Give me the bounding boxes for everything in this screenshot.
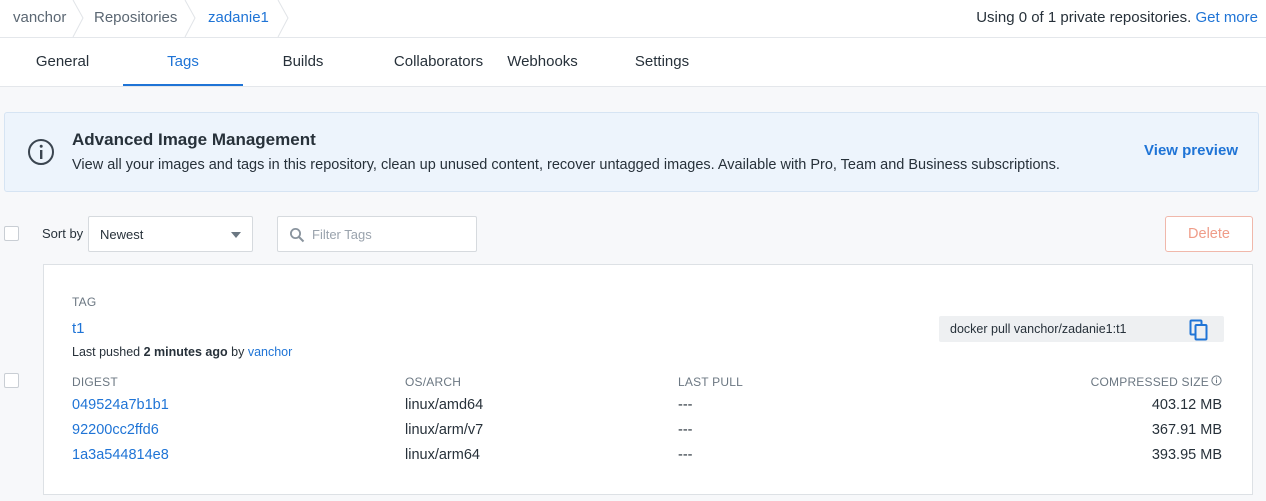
last-pushed-info: Last pushed 2 minutes ago by vanchor	[72, 345, 292, 359]
select-all-checkbox[interactable]	[4, 226, 19, 241]
pushed-by-word: by	[231, 345, 245, 359]
digest-link[interactable]: 049524a7b1b1	[72, 397, 169, 413]
filter-tags-field[interactable]	[277, 216, 477, 252]
pushed-time: 2 minutes ago	[143, 345, 228, 359]
tab-settings[interactable]: Settings	[616, 38, 708, 86]
column-header-os-arch: OS/ARCH	[405, 375, 462, 389]
digest-link[interactable]: 92200cc2ffd6	[72, 422, 159, 438]
tag-header: TAG	[72, 295, 97, 309]
breadcrumb-bar: vanchor Repositories zadanie1 Using 0 of…	[0, 0, 1266, 38]
breadcrumb-separator-icon	[72, 0, 84, 37]
digest-link[interactable]: 1a3a544814e8	[72, 447, 169, 463]
info-icon	[28, 139, 54, 165]
advanced-image-management-banner: Advanced Image Management View all your …	[4, 112, 1259, 192]
last-pull-value: ---	[678, 447, 693, 463]
get-more-link[interactable]: Get more	[1195, 9, 1258, 26]
private-repo-usage: Using 0 of 1 private repositories. Get m…	[976, 0, 1258, 37]
view-preview-link[interactable]: View preview	[1144, 142, 1238, 159]
tab-builds[interactable]: Builds	[258, 38, 348, 86]
breadcrumb-separator-icon	[184, 0, 196, 37]
last-pull-value: ---	[678, 397, 693, 413]
tab-general[interactable]: General	[17, 38, 108, 86]
info-small-icon[interactable]	[1211, 375, 1222, 386]
compressed-size-value: 403.12 MB	[1151, 397, 1222, 413]
column-header-last-pull: LAST PULL	[678, 375, 743, 389]
os-arch-value: linux/arm64	[405, 447, 480, 463]
tag-row-checkbox[interactable]	[4, 373, 19, 388]
pushed-by-user-link[interactable]: vanchor	[248, 345, 292, 359]
filter-tags-input[interactable]	[312, 225, 467, 243]
os-arch-value: linux/amd64	[405, 397, 484, 413]
compressed-size-value: 393.95 MB	[1151, 447, 1222, 463]
tag-name-link[interactable]: t1	[72, 320, 85, 337]
pull-command: docker pull vanchor/zadanie1:t1	[950, 322, 1127, 336]
last-pull-value: ---	[678, 422, 693, 438]
tab-collaborators[interactable]: Collaborators	[368, 38, 509, 86]
breadcrumb-item-user[interactable]: vanchor	[13, 0, 66, 37]
banner-text: View all your images and tags in this re…	[72, 157, 1060, 173]
pull-command-box: docker pull vanchor/zadanie1:t1	[939, 316, 1224, 342]
tag-card: TAG t1 Last pushed 2 minutes ago by vanc…	[43, 264, 1253, 495]
sort-label: Sort by	[42, 226, 84, 241]
os-arch-value: linux/arm/v7	[405, 422, 484, 438]
breadcrumb-separator-icon	[277, 0, 289, 37]
delete-button[interactable]: Delete	[1165, 216, 1253, 252]
sort-select[interactable]: Newest	[88, 216, 253, 252]
tab-webhooks[interactable]: Webhooks	[497, 38, 588, 86]
usage-text: Using 0 of 1 private repositories.	[976, 9, 1192, 26]
caret-down-icon	[231, 232, 241, 238]
banner-title: Advanced Image Management	[72, 130, 316, 149]
search-icon	[290, 228, 305, 243]
column-header-digest: DIGEST	[72, 375, 118, 389]
tab-tags[interactable]: Tags	[123, 38, 243, 86]
column-header-compressed-size: COMPRESSED SIZE	[1090, 375, 1209, 389]
breadcrumb-item-repositories[interactable]: Repositories	[94, 0, 177, 37]
breadcrumb-item-repo[interactable]: zadanie1	[208, 0, 269, 37]
sort-select-value: Newest	[100, 227, 144, 242]
repo-tabs: General Tags Builds Collaborators Webhoo…	[0, 38, 1266, 87]
compressed-size-value: 367.91 MB	[1151, 422, 1222, 438]
copy-icon[interactable]	[1189, 319, 1209, 341]
pushed-prefix: Last pushed	[72, 345, 141, 359]
